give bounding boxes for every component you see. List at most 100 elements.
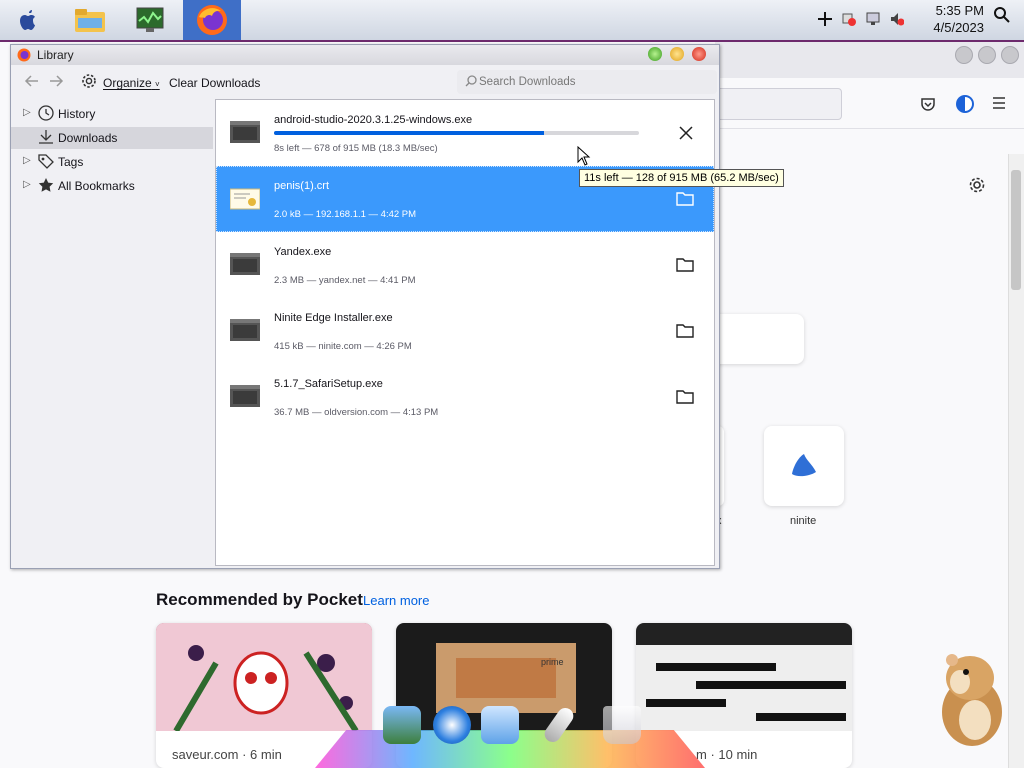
exe-file-icon (230, 253, 260, 275)
download-progress-fill (274, 131, 545, 135)
library-window: Library Organize ˅ Clear Downloads Searc… (10, 44, 720, 569)
download-item[interactable]: Yandex.exe 2.3 MB — yandex.net — 4:41 PM (216, 232, 714, 298)
folder-icon (676, 258, 694, 272)
url-bar[interactable] (700, 88, 842, 120)
organize-label: Organize (103, 76, 152, 90)
star-icon (38, 177, 56, 195)
download-filename: Ninite Edge Installer.exe (274, 312, 393, 324)
close-button[interactable] (1001, 46, 1019, 64)
download-item[interactable]: 5.1.7_SafariSetup.exe 36.7 MB — oldversi… (216, 364, 714, 430)
sidebar-item-label: Tags (58, 155, 84, 169)
sidebar-item-label: History (58, 107, 96, 121)
photos-icon[interactable] (383, 706, 421, 744)
download-filename: penis(1).crt (274, 180, 330, 192)
exe-file-icon (230, 385, 260, 407)
twisty-icon[interactable]: ▷ (23, 107, 31, 118)
firefox-taskbar-icon[interactable] (183, 0, 241, 40)
show-in-folder-button[interactable] (676, 322, 696, 340)
download-filename: Yandex.exe (274, 246, 332, 258)
organize-menu-button[interactable]: Organize ˅ (103, 76, 160, 90)
firefox-logo-icon (17, 48, 31, 65)
download-item[interactable]: android-studio-2020.3.1.25-windows.exe 8… (216, 100, 714, 166)
show-in-folder-button[interactable] (676, 256, 696, 274)
download-status: 2.0 kB — 192.168.1.1 — 4:42 PM (274, 209, 417, 220)
menu-icon[interactable] (992, 96, 1006, 113)
mouse-cursor-icon (577, 145, 591, 166)
twisty-icon[interactable]: ▷ (23, 179, 31, 190)
pocket-section-title: Recommended by Pocket (156, 590, 363, 609)
display-icon[interactable] (866, 12, 880, 26)
download-progress-bar (274, 131, 639, 135)
clock-date[interactable]: 4/5/2023 (933, 20, 984, 35)
maximize-button[interactable] (670, 47, 684, 61)
minimize-button[interactable] (955, 46, 973, 64)
download-status: 8s left — 678 of 915 MB (18.3 MB/sec) (274, 143, 438, 154)
folder-icon (676, 324, 694, 338)
pocket-icon[interactable] (920, 96, 936, 115)
cancel-download-button[interactable] (676, 124, 696, 142)
sidebar-item-history[interactable]: ▷ History (11, 103, 213, 125)
settings-gear-icon[interactable] (968, 176, 986, 197)
system-preferences-icon[interactable] (481, 706, 519, 744)
apple-menu-icon[interactable] (12, 0, 46, 40)
add-icon[interactable] (818, 12, 832, 26)
scrollbar-thumb[interactable] (1011, 170, 1021, 290)
dock (315, 700, 705, 768)
safari-icon[interactable] (433, 706, 471, 744)
close-button[interactable] (692, 47, 706, 61)
clear-downloads-button[interactable]: Clear Downloads (169, 76, 260, 90)
shortcut-tile-ninite[interactable] (764, 426, 844, 506)
download-status: 36.7 MB — oldversion.com — 4:13 PM (274, 407, 439, 418)
sidebar-item-downloads[interactable]: Downloads (11, 127, 213, 149)
volume-muted-icon[interactable] (890, 12, 905, 26)
folder-icon (676, 390, 694, 404)
library-sidebar: ▷ History Downloads ▷ Tags ▷ All Bookmar… (11, 99, 215, 568)
chevron-down-icon: ˅ (155, 80, 160, 89)
network-error-icon[interactable] (842, 12, 856, 26)
sidebar-item-tags[interactable]: ▷ Tags (11, 151, 213, 173)
exe-file-icon (230, 121, 260, 143)
maximize-button[interactable] (978, 46, 996, 64)
library-titlebar[interactable]: Library (11, 45, 719, 65)
taskbar: 5:35 PM 4/5/2023 (0, 0, 1024, 42)
sidebar-item-all-bookmarks[interactable]: ▷ All Bookmarks (11, 175, 213, 197)
exe-file-icon (230, 319, 260, 341)
tag-icon (38, 153, 56, 171)
sidebar-item-label: All Bookmarks (58, 179, 135, 193)
hamster-mascot-icon (930, 640, 1010, 750)
download-item[interactable]: Ninite Edge Installer.exe 415 kB — ninit… (216, 298, 714, 364)
search-placeholder: Search Downloads (479, 76, 576, 88)
show-in-folder-button[interactable] (676, 190, 696, 208)
download-status: 2.3 MB — yandex.net — 4:41 PM (274, 275, 416, 286)
download-status: 415 kB — ninite.com — 4:26 PM (274, 341, 412, 352)
file-explorer-icon[interactable] (70, 0, 110, 40)
certificate-file-icon (229, 187, 261, 210)
task-manager-icon[interactable] (130, 0, 170, 40)
card-source: m · 10 min (696, 747, 758, 762)
folder-icon (676, 192, 694, 206)
card-source: saveur.com · 6 min (172, 747, 282, 762)
minimize-button[interactable] (648, 47, 662, 61)
show-in-folder-button[interactable] (676, 388, 696, 406)
close-icon (679, 126, 693, 140)
twisty-icon[interactable]: ▷ (23, 155, 31, 166)
pocket-learn-more-link[interactable]: Learn more (363, 593, 429, 608)
clock-time[interactable]: 5:35 PM (936, 3, 984, 18)
spotlight-search-icon[interactable] (993, 6, 1011, 27)
clock-icon (38, 105, 56, 123)
download-icon (38, 129, 56, 147)
download-filename: 5.1.7_SafariSetup.exe (274, 378, 383, 390)
sidebar-item-label: Downloads (58, 131, 118, 145)
shortcut-tile-partial[interactable] (712, 314, 804, 364)
library-title: Library (37, 48, 74, 62)
svg-text:prime: prime (541, 657, 564, 667)
gear-icon[interactable] (81, 73, 97, 92)
back-arrow-icon[interactable] (23, 74, 39, 91)
search-downloads-input[interactable]: Search Downloads (457, 70, 717, 94)
search-icon (465, 75, 477, 90)
ninite-icon (792, 454, 816, 477)
shortcut-label: ninite (790, 515, 817, 527)
forward-arrow-icon[interactable] (49, 74, 65, 91)
trash-icon[interactable] (603, 706, 641, 744)
account-icon[interactable] (955, 94, 975, 117)
